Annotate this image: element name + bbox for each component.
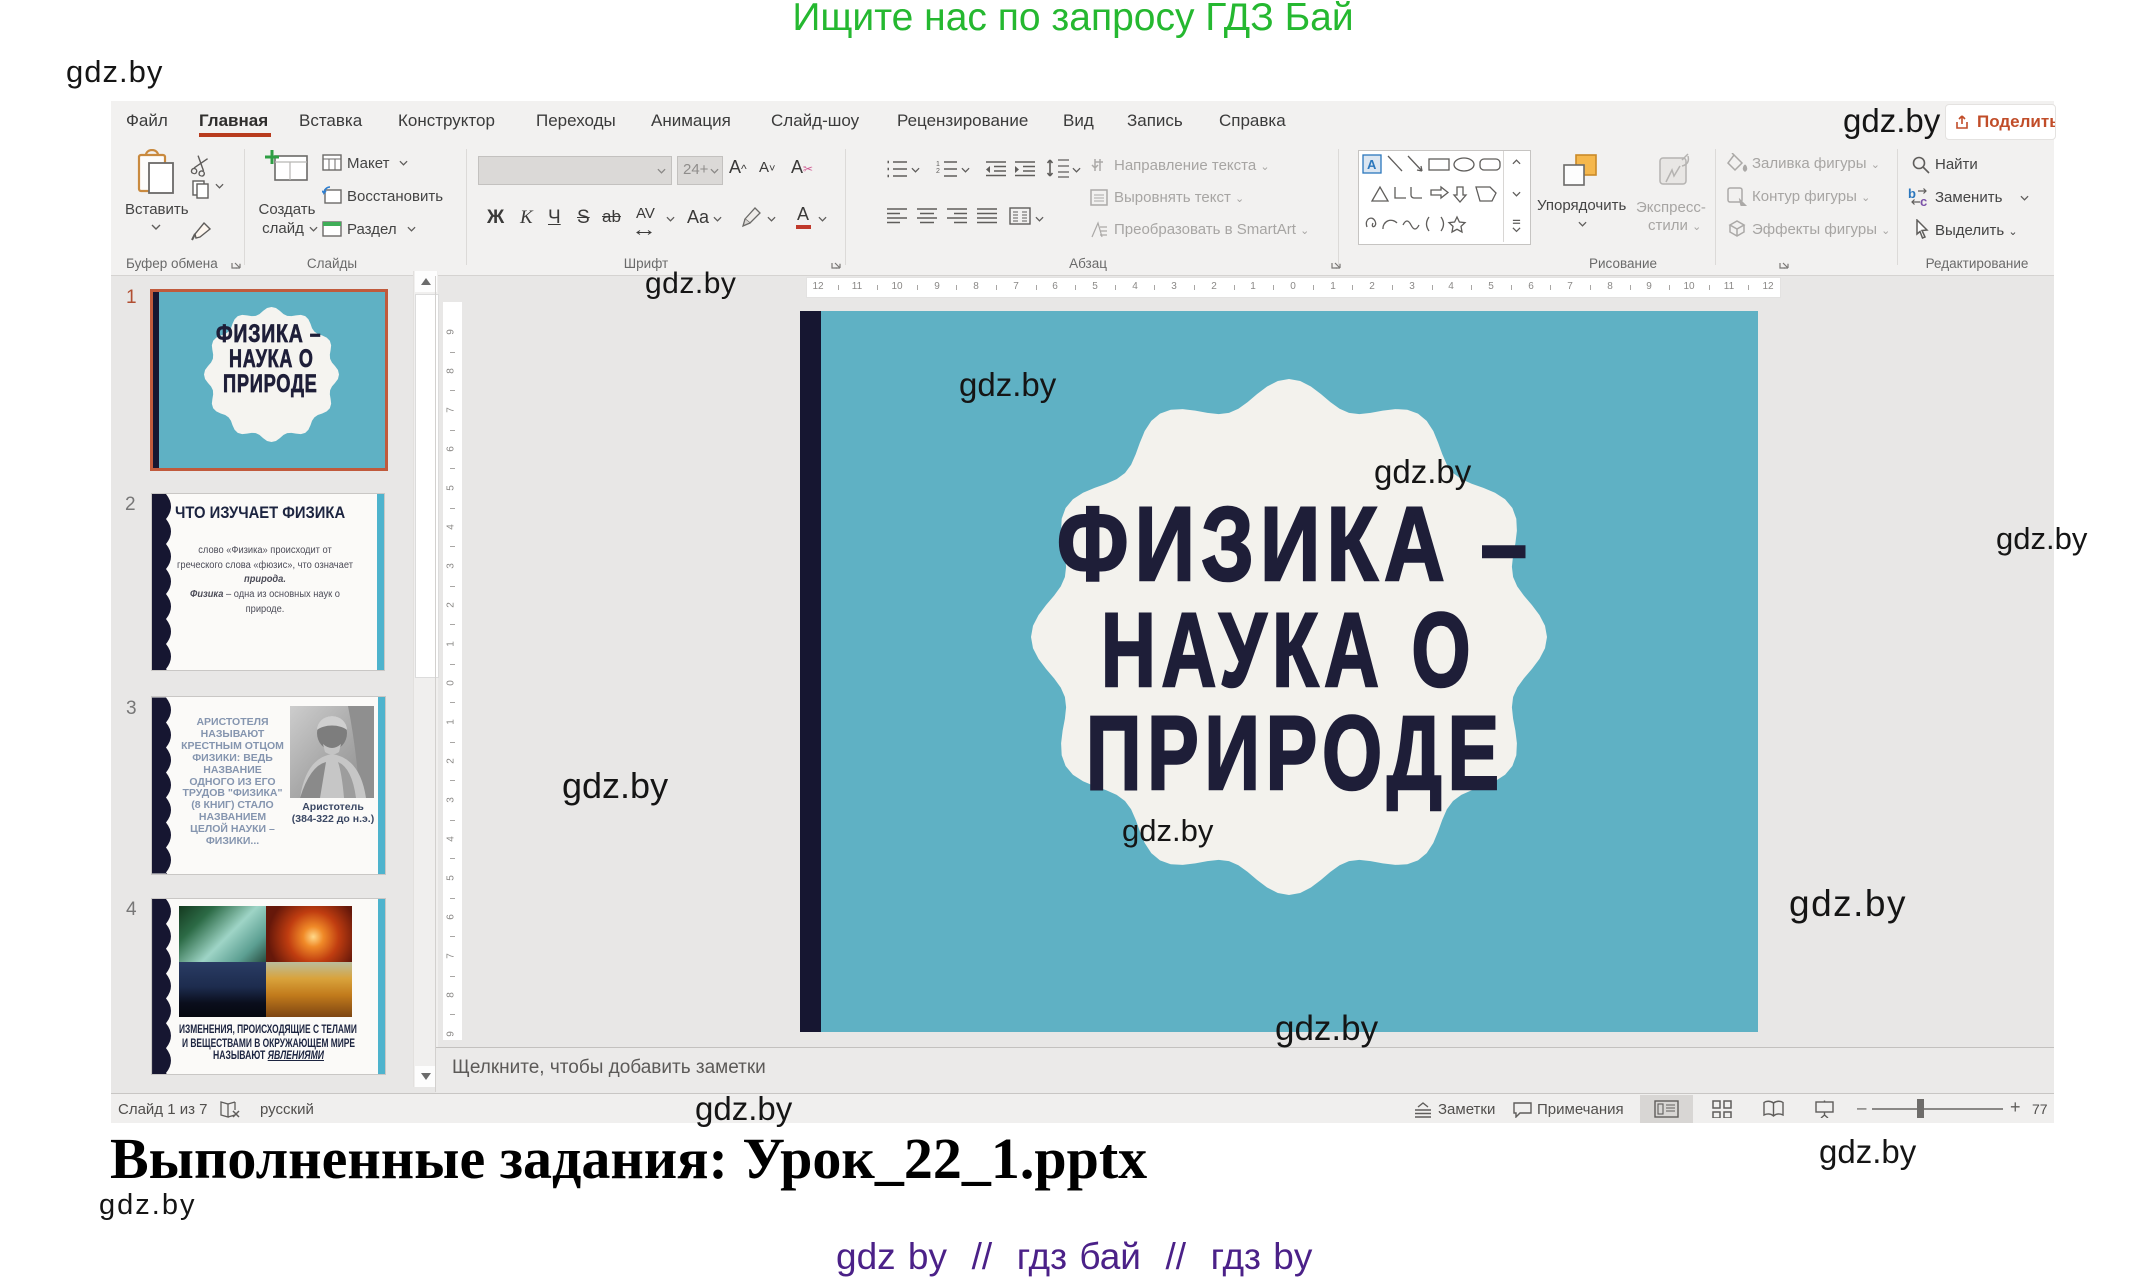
svg-text:A: A [1367, 157, 1377, 172]
svg-text:1: 1 [936, 161, 940, 168]
svg-text:2: 2 [936, 168, 940, 175]
svg-text:c: c [1920, 194, 1927, 208]
svg-text:b: b [1908, 186, 1916, 201]
